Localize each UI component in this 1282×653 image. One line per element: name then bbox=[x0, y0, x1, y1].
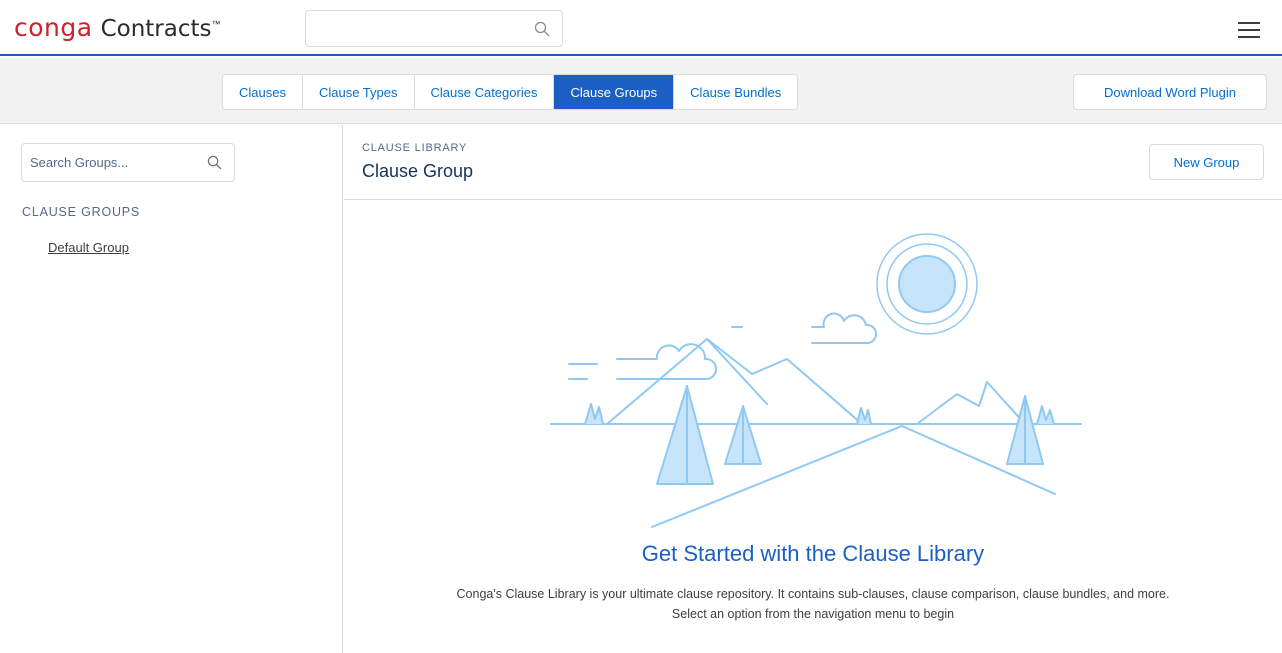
logo-product: Contracts bbox=[100, 16, 212, 42]
empty-state-description-line1: Conga's Clause Library is your ultimate … bbox=[456, 587, 1170, 601]
clause-groups-heading: CLAUSE GROUPS bbox=[22, 205, 141, 219]
breadcrumb: CLAUSE LIBRARY bbox=[362, 142, 468, 154]
tab-clause-bundles[interactable]: Clause Bundles bbox=[674, 75, 798, 109]
tab-bar: Clauses Clause Types Clause Categories C… bbox=[0, 58, 1282, 124]
group-search-input[interactable] bbox=[22, 144, 197, 181]
page-header: CLAUSE LIBRARY Clause Group New Group bbox=[344, 125, 1282, 200]
empty-state-description-line2: Select an option from the navigation men… bbox=[671, 607, 955, 621]
tab-clause-types[interactable]: Clause Types bbox=[302, 75, 415, 109]
new-group-button[interactable]: New Group bbox=[1149, 144, 1264, 180]
sidebar-item-default-group[interactable]: Default Group bbox=[48, 240, 129, 255]
tab-clause-groups[interactable]: Clause Groups bbox=[554, 75, 675, 109]
mountain-landscape-illustration bbox=[550, 233, 1082, 528]
global-search[interactable] bbox=[305, 10, 563, 47]
app-header: conga Contracts ™ bbox=[0, 0, 1282, 56]
search-icon[interactable] bbox=[534, 21, 550, 37]
hamburger-menu-icon[interactable] bbox=[1238, 22, 1260, 40]
tab-clauses[interactable]: Clauses bbox=[223, 75, 303, 109]
logo-brand: conga bbox=[14, 13, 93, 42]
group-search[interactable] bbox=[21, 143, 235, 182]
clause-tabs: Clauses Clause Types Clause Categories C… bbox=[222, 74, 799, 110]
empty-state-description: Conga's Clause Library is your ultimate … bbox=[344, 584, 1282, 624]
sidebar: CLAUSE GROUPS Default Group bbox=[0, 125, 343, 653]
empty-state-title: Get Started with the Clause Library bbox=[641, 541, 985, 566]
download-word-plugin-button[interactable]: Download Word Plugin bbox=[1073, 74, 1267, 110]
global-search-input[interactable] bbox=[306, 11, 526, 46]
main-content: CLAUSE LIBRARY Clause Group New Group Ge… bbox=[344, 125, 1282, 653]
logo-trademark: ™ bbox=[211, 19, 221, 29]
page-title: Clause Group bbox=[362, 161, 474, 181]
tab-clause-categories[interactable]: Clause Categories bbox=[414, 75, 555, 109]
conga-contracts-logo[interactable]: conga Contracts ™ bbox=[14, 12, 221, 44]
search-icon[interactable] bbox=[207, 155, 222, 170]
